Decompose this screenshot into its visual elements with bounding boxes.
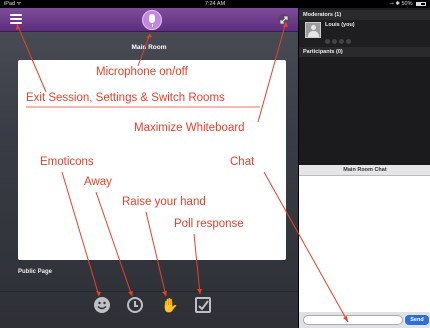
participants-header: Participants (0) bbox=[299, 47, 430, 57]
send-button[interactable]: Send bbox=[405, 315, 429, 325]
status-dot-icon bbox=[339, 39, 344, 44]
moderator-name: Louis (you) bbox=[325, 22, 355, 28]
maximize-whiteboard-button[interactable] bbox=[278, 14, 290, 26]
divider bbox=[0, 291, 298, 292]
menu-icon bbox=[10, 14, 22, 16]
chat-header: Main Room Chat bbox=[299, 165, 430, 176]
expand-icon bbox=[280, 16, 288, 24]
participants-list bbox=[299, 57, 430, 167]
poll-response-button[interactable] bbox=[195, 297, 211, 313]
emoticon-button[interactable] bbox=[94, 297, 110, 313]
clock: 7:24 AM bbox=[204, 1, 226, 7]
session-pane: Main Room Public Page ✋ bbox=[0, 8, 298, 328]
chat-input[interactable] bbox=[303, 315, 403, 325]
hand-icon: ✋ bbox=[161, 297, 179, 313]
away-button[interactable] bbox=[127, 297, 143, 313]
side-panel: Moderators (1) Louis (you) Participants … bbox=[298, 8, 430, 328]
microphone-button[interactable] bbox=[142, 10, 162, 30]
menu-icon-bar bbox=[10, 22, 22, 24]
status-bar: iPad ᯤ 7:24 AM ⇾ ✱ 50% bbox=[0, 0, 430, 8]
room-title: Main Room bbox=[131, 44, 167, 51]
avatar bbox=[305, 22, 321, 38]
moderator-item[interactable]: Louis (you) bbox=[303, 21, 429, 44]
whiteboard[interactable] bbox=[18, 60, 286, 260]
menu-button[interactable] bbox=[10, 14, 22, 25]
battery-icon bbox=[416, 1, 426, 6]
session-toolbar bbox=[0, 8, 298, 32]
action-bar: ✋ bbox=[0, 294, 298, 320]
status-dot-icon bbox=[325, 39, 330, 44]
battery-indicator: ⇾ ✱ 50% bbox=[389, 0, 426, 8]
status-dot-icon bbox=[346, 39, 351, 44]
microphone-icon bbox=[149, 14, 155, 23]
chat-messages bbox=[299, 176, 430, 312]
chat-footer: Send bbox=[299, 312, 430, 328]
smiley-icon bbox=[97, 301, 107, 310]
checkbox-icon bbox=[198, 300, 209, 311]
moderators-header: Moderators (1) bbox=[299, 10, 430, 20]
microphone-stem bbox=[151, 24, 153, 27]
battery-label: ⇾ ✱ 50% bbox=[389, 1, 413, 7]
raise-hand-button[interactable]: ✋ bbox=[161, 297, 179, 313]
status-dot-icon bbox=[332, 39, 337, 44]
menu-icon-bar bbox=[10, 18, 22, 20]
public-page-label: Public Page bbox=[18, 269, 53, 275]
